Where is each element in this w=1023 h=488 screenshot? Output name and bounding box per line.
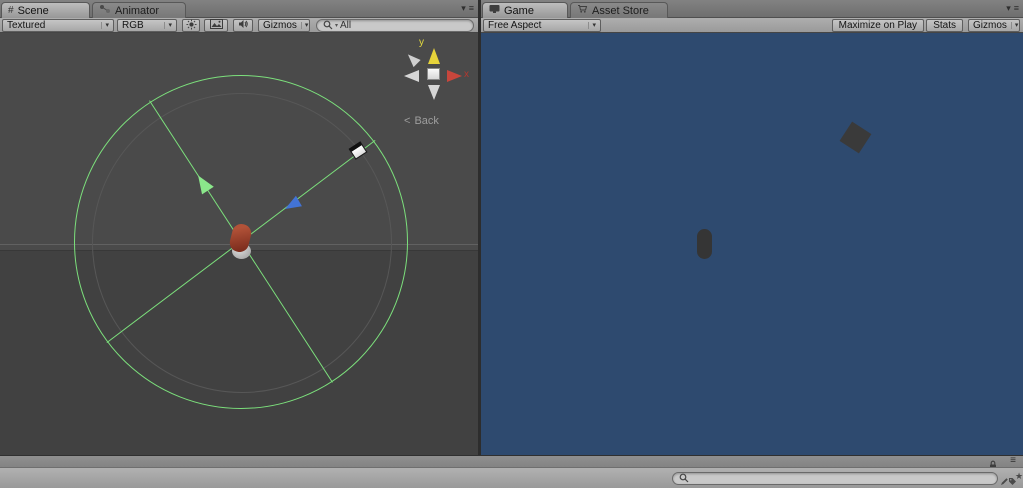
orientation-gizmo-y-axis[interactable] bbox=[428, 48, 440, 64]
speaker-icon bbox=[238, 19, 249, 32]
panel-burger-icon[interactable]: ≡ bbox=[1014, 3, 1019, 14]
scene-search-input[interactable] bbox=[340, 20, 467, 31]
aspect-ratio-value: Free Aspect bbox=[488, 19, 542, 31]
scene-viewport[interactable]: y x < Back bbox=[0, 33, 478, 455]
favorites-star-icon[interactable]: ★ bbox=[1015, 471, 1023, 482]
orientation-gizmo-neg-y-axis[interactable] bbox=[428, 85, 440, 100]
orientation-gizmo-x-axis[interactable] bbox=[447, 70, 462, 82]
tab-game-label: Game bbox=[504, 4, 534, 17]
tab-asset-store-label: Asset Store bbox=[592, 4, 649, 17]
game-gizmos-dropdown[interactable]: Gizmos ▾ bbox=[968, 19, 1020, 32]
menu-burger-icon[interactable]: ≡ bbox=[1010, 455, 1016, 466]
panel-dropdown-icon[interactable]: ▾ bbox=[461, 3, 466, 14]
scene-gizmos-dropdown[interactable]: Gizmos ▾ bbox=[258, 19, 310, 32]
back-text: Back bbox=[414, 115, 439, 127]
bottom-toolbar: ★ bbox=[0, 467, 1023, 488]
view-direction-label[interactable]: < Back bbox=[404, 115, 439, 127]
panel-burger-icon[interactable]: ≡ bbox=[469, 3, 474, 14]
maximize-on-play-button[interactable]: Maximize on Play bbox=[831, 19, 924, 32]
tab-scene-label: Scene bbox=[17, 4, 49, 17]
tab-animator[interactable]: Animator bbox=[92, 2, 186, 18]
game-object-capsule bbox=[697, 229, 712, 259]
scene-panel-menu: ▾ ≡ bbox=[461, 3, 474, 14]
game-object-cube bbox=[839, 121, 872, 154]
image-icon bbox=[209, 19, 223, 32]
cart-icon bbox=[577, 4, 588, 17]
tab-asset-store[interactable]: Asset Store bbox=[570, 2, 668, 18]
orientation-gizmo-cube[interactable] bbox=[427, 68, 440, 80]
tab-scene[interactable]: # Scene bbox=[1, 2, 90, 18]
scene-search-field[interactable]: ▾ bbox=[316, 19, 474, 32]
scene-panel-tabbar: # Scene Animator ▾ ≡ bbox=[0, 0, 478, 18]
search-icon bbox=[679, 470, 689, 488]
chevron-down-icon: ▾ bbox=[164, 22, 172, 29]
game-viewport[interactable] bbox=[481, 33, 1023, 455]
color-mode-value: RGB bbox=[122, 19, 144, 31]
chevron-down-icon: ▾ bbox=[1010, 22, 1018, 29]
tab-game[interactable]: Game bbox=[482, 2, 568, 18]
axis-x-label: x bbox=[464, 69, 469, 80]
lighting-toggle-button[interactable] bbox=[182, 18, 200, 33]
bottom-search-input[interactable] bbox=[691, 473, 991, 484]
color-mode-dropdown[interactable]: RGB ▾ bbox=[117, 19, 177, 32]
scene-toolbar: Textured ▾ RGB ▾ Gizmos ▾ ▾ bbox=[0, 18, 478, 33]
sun-icon bbox=[185, 18, 197, 33]
render-mode-value: Textured bbox=[7, 19, 46, 31]
chevron-down-icon: ▾ bbox=[588, 22, 596, 29]
search-filter-arrow-icon[interactable]: ▾ bbox=[335, 22, 338, 29]
animator-icon bbox=[99, 4, 111, 17]
game-toolbar: Free Aspect ▾ Maximize on Play Stats Giz… bbox=[481, 18, 1023, 33]
chevron-down-icon: ▾ bbox=[300, 22, 308, 29]
maximize-on-play-label: Maximize on Play bbox=[838, 19, 917, 31]
bottom-search-field[interactable] bbox=[672, 472, 998, 485]
game-icon bbox=[489, 4, 500, 17]
panel-dropdown-icon[interactable]: ▾ bbox=[1006, 3, 1011, 14]
render-mode-dropdown[interactable]: Textured ▾ bbox=[2, 19, 114, 32]
scene-gizmos-label: Gizmos bbox=[263, 19, 297, 31]
chevron-down-icon: ▾ bbox=[101, 22, 109, 29]
stats-button[interactable]: Stats bbox=[926, 19, 963, 32]
orientation-gizmo-z-axis[interactable] bbox=[404, 50, 421, 68]
scene-grid-icon: # bbox=[8, 5, 14, 16]
axis-y-label: y bbox=[419, 37, 424, 48]
game-panel-menu: ▾ ≡ bbox=[1006, 3, 1019, 14]
effects-toggle-button[interactable] bbox=[204, 19, 228, 32]
game-panel-tabbar: Game Asset Store ▾ ≡ bbox=[481, 0, 1023, 18]
orientation-gizmo-neg-x-axis[interactable] bbox=[404, 70, 419, 82]
stats-label: Stats bbox=[933, 19, 956, 31]
unity-editor-window: # Scene Animator ▾ ≡ Textured ▾ RGB ▾ Gi… bbox=[0, 0, 1023, 488]
status-strip: ≡ bbox=[0, 455, 1023, 469]
game-gizmos-label: Gizmos bbox=[973, 19, 1007, 31]
search-icon bbox=[323, 17, 333, 35]
aspect-ratio-dropdown[interactable]: Free Aspect ▾ bbox=[483, 19, 601, 32]
back-chevron: < bbox=[404, 115, 411, 127]
audio-toggle-button[interactable] bbox=[233, 19, 253, 32]
tab-animator-label: Animator bbox=[115, 4, 160, 17]
